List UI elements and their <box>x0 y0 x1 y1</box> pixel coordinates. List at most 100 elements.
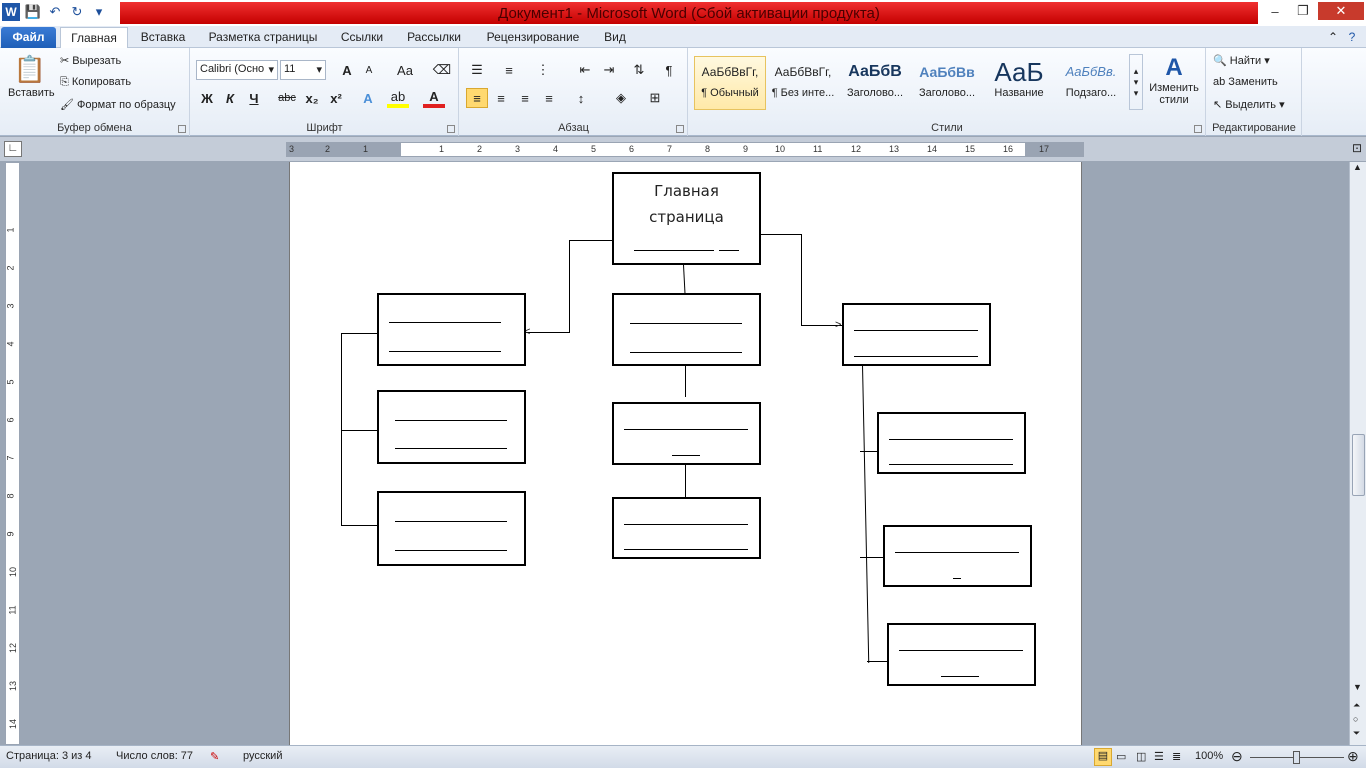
redo-icon[interactable]: ↻ <box>68 3 86 21</box>
replace-button[interactable]: ab Заменить <box>1213 76 1278 88</box>
minimize-button[interactable]: – <box>1262 2 1288 20</box>
tab-page-layout[interactable]: Разметка страницы <box>202 27 324 48</box>
style-no-spacing[interactable]: АаБбВвГг, ¶ Без инте... <box>767 56 839 110</box>
font-launcher-icon[interactable] <box>447 125 455 133</box>
right-box-1[interactable] <box>842 303 991 366</box>
restore-button[interactable]: ❐ <box>1290 2 1316 20</box>
find-button[interactable]: 🔍 Найти ▾ <box>1213 54 1270 67</box>
italic-button[interactable]: К <box>219 88 241 108</box>
clear-format-icon[interactable]: ⌫ <box>431 60 453 80</box>
tab-home[interactable]: Главная <box>60 27 128 48</box>
document-page[interactable]: < > Главная страница <box>289 162 1082 745</box>
ribbon-minimize-icon[interactable]: ⌃ <box>1326 27 1340 48</box>
help-icon[interactable]: ? <box>1344 27 1360 48</box>
save-icon[interactable]: 💾 <box>24 3 42 21</box>
decrease-indent-icon[interactable]: ⇤ <box>574 60 596 80</box>
shrink-font-button[interactable]: A <box>358 60 380 80</box>
line-spacing-icon[interactable]: ↕ <box>570 88 592 108</box>
shading-icon[interactable]: ◈ <box>610 88 632 108</box>
language-status[interactable]: русский <box>243 750 282 762</box>
next-page-icon[interactable]: ⏷ <box>1353 728 1360 739</box>
text-effects-icon[interactable]: A <box>357 88 379 108</box>
tab-file[interactable]: Файл <box>1 27 56 48</box>
outline-icon[interactable]: ☰ <box>1154 750 1164 763</box>
increase-indent-icon[interactable]: ⇥ <box>598 60 620 80</box>
underline-button[interactable]: Ч <box>243 88 265 108</box>
tab-selector-icon[interactable]: ∟ <box>4 141 22 157</box>
bold-button[interactable]: Ж <box>196 88 218 108</box>
style-heading-2[interactable]: АаБбВв Заголово... <box>911 56 983 110</box>
tab-mailings[interactable]: Рассылки <box>400 27 468 48</box>
font-name-combo[interactable]: Calibri (Осно ▾ <box>196 60 278 80</box>
center-box-3[interactable] <box>612 497 761 559</box>
grow-font-button[interactable]: A <box>336 60 358 80</box>
paragraph-launcher-icon[interactable] <box>676 125 684 133</box>
tab-view[interactable]: Вид <box>598 27 632 48</box>
customize-qat-icon[interactable]: ▾ <box>90 3 108 21</box>
style-normal[interactable]: АаБбВвГг, ¶ Обычный <box>694 56 766 110</box>
page-count-status[interactable]: Страница: 3 из 4 <box>6 750 92 762</box>
multilevel-list-icon[interactable]: ⋮ <box>532 60 554 80</box>
cut-button[interactable]: ✂ Вырезать <box>60 54 121 67</box>
tab-insert[interactable]: Вставка <box>134 27 192 48</box>
print-layout-icon[interactable]: ▤ <box>1094 748 1112 766</box>
ruler-toggle-icon[interactable]: ⊡ <box>1349 141 1365 157</box>
align-right-icon[interactable]: ≡ <box>514 88 536 108</box>
align-center-icon[interactable]: ≡ <box>490 88 512 108</box>
horizontal-ruler[interactable]: 3 2 1 1 2 3 4 5 6 7 8 9 10 11 12 13 14 1… <box>286 142 1084 157</box>
tab-references[interactable]: Ссылки <box>334 27 390 48</box>
vertical-scrollbar[interactable]: ▲ ▼ ⏶ ○ ⏷ <box>1349 162 1366 745</box>
undo-icon[interactable]: ↶ <box>46 3 64 21</box>
scroll-thumb[interactable] <box>1352 434 1365 496</box>
align-left-icon[interactable]: ≡ <box>466 88 488 108</box>
superscript-button[interactable]: x² <box>325 88 347 108</box>
styles-scroll-icon[interactable]: ▴ ▾ ▾ <box>1129 54 1143 110</box>
borders-icon[interactable]: ⊞ <box>644 88 666 108</box>
right-box-4[interactable] <box>887 623 1036 686</box>
style-subtitle[interactable]: АаБбВв. Подзаго... <box>1055 56 1127 110</box>
justify-icon[interactable]: ≡ <box>538 88 560 108</box>
tab-review[interactable]: Рецензирование <box>478 27 588 48</box>
styles-launcher-icon[interactable] <box>1194 125 1202 133</box>
left-box-1[interactable] <box>377 293 526 366</box>
browse-object-icon[interactable]: ○ <box>1353 714 1358 724</box>
highlight-icon[interactable]: ab <box>387 88 409 108</box>
clipboard-launcher-icon[interactable] <box>178 125 186 133</box>
web-layout-icon[interactable]: ◫ <box>1136 750 1146 763</box>
copy-button[interactable]: ⎘ Копировать <box>60 76 131 89</box>
left-box-3[interactable] <box>377 491 526 566</box>
bullets-icon[interactable]: ☰ <box>466 60 488 80</box>
scroll-down-icon[interactable]: ▼ <box>1353 682 1362 692</box>
center-box-1[interactable] <box>612 293 761 366</box>
strikethrough-button[interactable]: abc <box>276 88 298 108</box>
paste-button[interactable]: 📋 Вставить <box>8 54 55 114</box>
right-box-2[interactable] <box>877 412 1026 474</box>
full-screen-reading-icon[interactable]: ▭ <box>1116 750 1126 763</box>
draft-icon[interactable]: ≣ <box>1172 750 1181 763</box>
main-page-box[interactable]: Главная страница <box>612 172 761 265</box>
font-size-combo[interactable]: 11 ▾ <box>280 60 326 80</box>
show-marks-button[interactable]: ¶ <box>658 60 680 80</box>
close-button[interactable]: ✕ <box>1318 2 1364 20</box>
word-count-status[interactable]: Число слов: 77 <box>116 750 193 762</box>
zoom-out-icon[interactable]: ⊖ <box>1231 748 1243 765</box>
subscript-button[interactable]: x₂ <box>301 88 323 108</box>
center-box-2[interactable] <box>612 402 761 465</box>
select-button[interactable]: ↖ Выделить ▾ <box>1213 98 1285 111</box>
zoom-slider-thumb[interactable] <box>1293 751 1300 764</box>
previous-page-icon[interactable]: ⏶ <box>1353 700 1360 711</box>
change-styles-button[interactable]: A Изменить стили <box>1145 54 1203 106</box>
scroll-up-icon[interactable]: ▲ <box>1353 162 1362 172</box>
zoom-in-icon[interactable]: ⊕ <box>1347 748 1359 765</box>
left-box-2[interactable] <box>377 390 526 464</box>
numbering-icon[interactable]: ≡ <box>498 60 520 80</box>
sort-icon[interactable]: ⇅ <box>628 60 650 80</box>
word-app-icon[interactable]: W <box>2 3 20 21</box>
change-case-button[interactable]: Aa <box>394 60 416 80</box>
format-painter-button[interactable]: 🖌 Формат по образцу <box>60 98 176 111</box>
right-box-3[interactable] <box>883 525 1032 587</box>
font-color-icon[interactable]: A <box>423 88 445 108</box>
style-heading-1[interactable]: АаБбВ Заголово... <box>839 56 911 110</box>
zoom-level[interactable]: 100% <box>1195 750 1223 762</box>
style-title[interactable]: АаБ Название <box>983 56 1055 110</box>
